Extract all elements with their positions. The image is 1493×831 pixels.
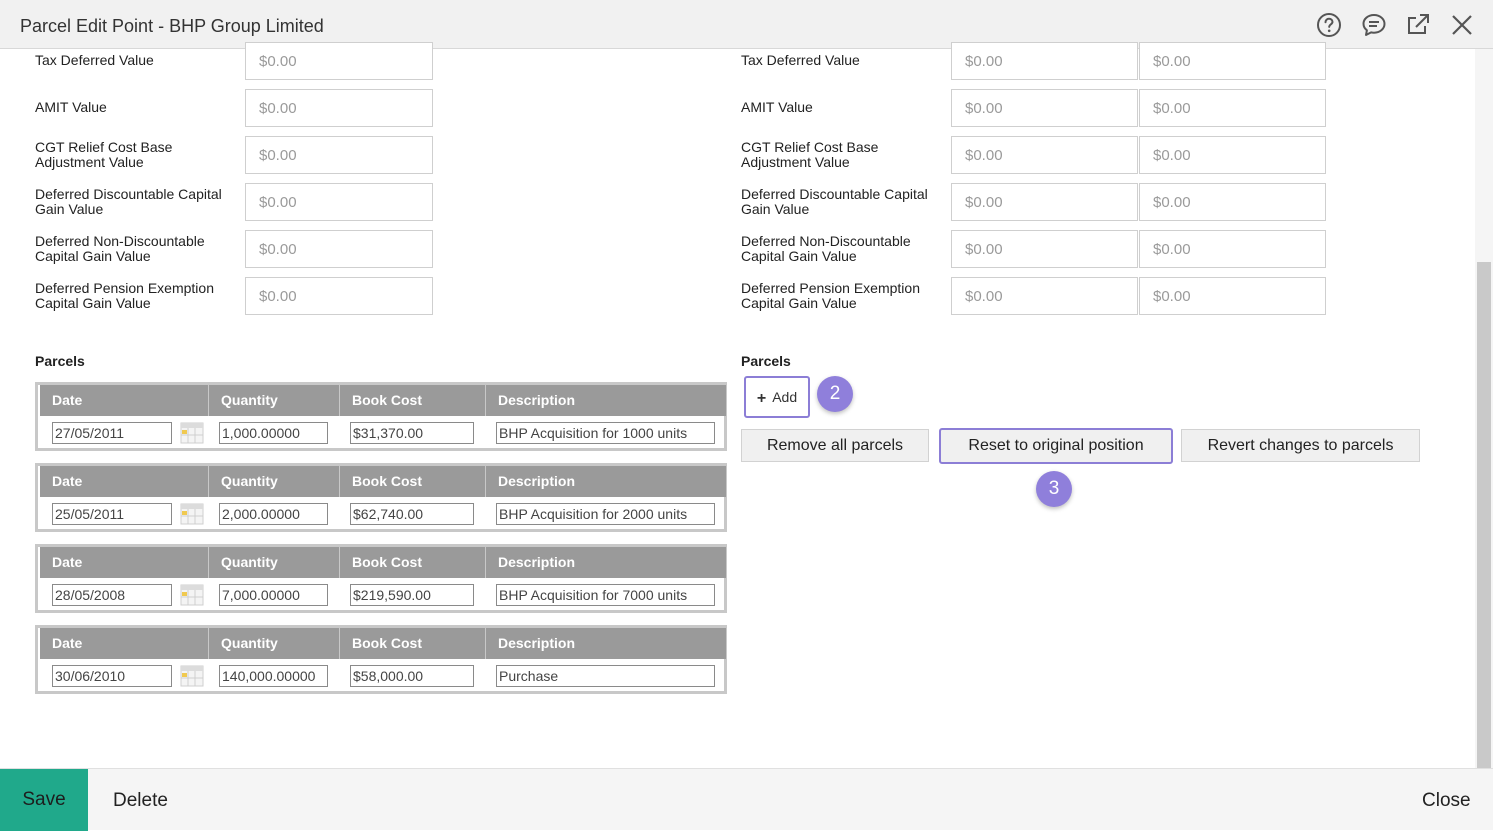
close-button[interactable]: Close	[1422, 790, 1471, 812]
column-quantity: Quantity	[209, 628, 340, 659]
field-label: Deferred Discountable Capital Gain Value	[741, 186, 928, 217]
deferred-discountable-input[interactable]	[245, 183, 433, 221]
revert-changes-button[interactable]: Revert changes to parcels	[1181, 429, 1420, 462]
parcel-date-input[interactable]	[52, 422, 172, 444]
column-description: Description	[498, 473, 576, 489]
plus-icon: +	[756, 389, 767, 407]
field-label: Deferred Discountable Capital Gain Value	[35, 186, 222, 217]
parcel-table: Date Quantity Book Cost Description	[35, 382, 727, 451]
dialog-footer: Save Delete Close	[0, 768, 1493, 831]
deferred-pension-input-original[interactable]	[951, 277, 1138, 315]
column-quantity: Quantity	[209, 385, 340, 416]
field-label: CGT Relief Cost Base Adjustment Value	[35, 139, 173, 170]
parcels-heading-new: Parcels	[741, 353, 791, 369]
column-date: Date	[40, 628, 209, 659]
column-book-cost: Book Cost	[340, 385, 486, 416]
parcel-table: Date Quantity Book Cost Description	[35, 544, 727, 613]
field-label: Tax Deferred Value	[741, 52, 860, 68]
cgt-relief-input-new[interactable]	[1139, 136, 1326, 174]
parcel-date-input[interactable]	[52, 584, 172, 606]
step-badge: 2	[817, 376, 853, 412]
deferred-non-discountable-input-original[interactable]	[951, 230, 1138, 268]
calendar-icon[interactable]	[180, 502, 204, 526]
amit-input[interactable]	[245, 89, 433, 127]
step-badge: 3	[1036, 471, 1072, 507]
parcel-table: Date Quantity Book Cost Description	[35, 463, 727, 532]
column-description: Description	[498, 635, 576, 651]
field-label: CGT Relief Cost Base Adjustment Value	[741, 139, 879, 170]
calendar-icon[interactable]	[180, 421, 204, 445]
calendar-icon[interactable]	[180, 664, 204, 688]
reset-to-original-button[interactable]: Reset to original position	[939, 428, 1173, 464]
parcel-book-cost-input[interactable]	[350, 422, 474, 444]
field-label: AMIT Value	[35, 99, 107, 115]
parcel-quantity-input[interactable]	[219, 503, 328, 525]
parcel-book-cost-input[interactable]	[350, 584, 474, 606]
deferred-discountable-input-original[interactable]	[951, 183, 1138, 221]
column-book-cost: Book Cost	[340, 466, 486, 497]
parcel-quantity-input[interactable]	[219, 422, 328, 444]
amit-input-new[interactable]	[1139, 89, 1326, 127]
parcel-quantity-input[interactable]	[219, 665, 328, 687]
cgt-relief-input-original[interactable]	[951, 136, 1138, 174]
popout-icon[interactable]	[1404, 11, 1432, 39]
parcel-date-input[interactable]	[52, 665, 172, 687]
parcel-table-header: Date Quantity Book Cost Description	[40, 466, 726, 497]
add-parcel-button[interactable]: + Add	[744, 376, 810, 418]
column-date: Date	[40, 385, 209, 416]
field-label: Deferred Non-Discountable Capital Gain V…	[741, 233, 911, 264]
calendar-icon[interactable]	[180, 583, 204, 607]
column-date: Date	[40, 547, 209, 578]
column-quantity: Quantity	[209, 547, 340, 578]
cgt-relief-input[interactable]	[245, 136, 433, 174]
column-book-cost: Book Cost	[340, 547, 486, 578]
dialog-title: Parcel Edit Point - BHP Group Limited	[20, 16, 324, 36]
field-label: Deferred Pension Exemption Capital Gain …	[741, 280, 920, 311]
column-description: Description	[498, 554, 576, 570]
parcel-table-header: Date Quantity Book Cost Description	[40, 628, 726, 659]
field-label: Deferred Pension Exemption Capital Gain …	[35, 280, 214, 311]
add-button-label: Add	[772, 389, 798, 405]
parcel-table: Date Quantity Book Cost Description	[35, 625, 727, 694]
parcel-table-header: Date Quantity Book Cost Description	[40, 385, 726, 416]
field-label: AMIT Value	[741, 99, 813, 115]
parcel-book-cost-input[interactable]	[350, 665, 474, 687]
parcel-quantity-input[interactable]	[219, 584, 328, 606]
tax-deferred-input-new[interactable]	[1139, 42, 1326, 80]
field-label: Deferred Non-Discountable Capital Gain V…	[35, 233, 205, 264]
deferred-pension-input[interactable]	[245, 277, 433, 315]
tax-deferred-input[interactable]	[245, 42, 433, 80]
parcel-description-input[interactable]	[496, 422, 715, 444]
parcel-description-input[interactable]	[496, 584, 715, 606]
deferred-pension-input-new[interactable]	[1139, 277, 1326, 315]
parcel-table-header: Date Quantity Book Cost Description	[40, 547, 726, 578]
column-quantity: Quantity	[209, 466, 340, 497]
deferred-non-discountable-input[interactable]	[245, 230, 433, 268]
help-icon[interactable]	[1315, 11, 1343, 39]
tax-deferred-input-original[interactable]	[951, 42, 1138, 80]
chat-icon[interactable]	[1360, 11, 1388, 39]
parcel-description-input[interactable]	[496, 665, 715, 687]
amit-input-original[interactable]	[951, 89, 1138, 127]
remove-all-parcels-button[interactable]: Remove all parcels	[741, 429, 929, 462]
parcel-description-input[interactable]	[496, 503, 715, 525]
field-label: Tax Deferred Value	[35, 52, 154, 68]
column-book-cost: Book Cost	[340, 628, 486, 659]
deferred-non-discountable-input-new[interactable]	[1139, 230, 1326, 268]
parcel-date-input[interactable]	[52, 503, 172, 525]
deferred-discountable-input-new[interactable]	[1139, 183, 1326, 221]
scrollbar-thumb[interactable]	[1477, 262, 1491, 768]
delete-button[interactable]: Delete	[113, 790, 168, 812]
column-date: Date	[40, 466, 209, 497]
close-icon[interactable]	[1448, 11, 1476, 39]
parcel-book-cost-input[interactable]	[350, 503, 474, 525]
parcels-heading: Parcels	[35, 353, 85, 369]
column-description: Description	[498, 392, 576, 408]
save-button[interactable]: Save	[0, 769, 88, 831]
